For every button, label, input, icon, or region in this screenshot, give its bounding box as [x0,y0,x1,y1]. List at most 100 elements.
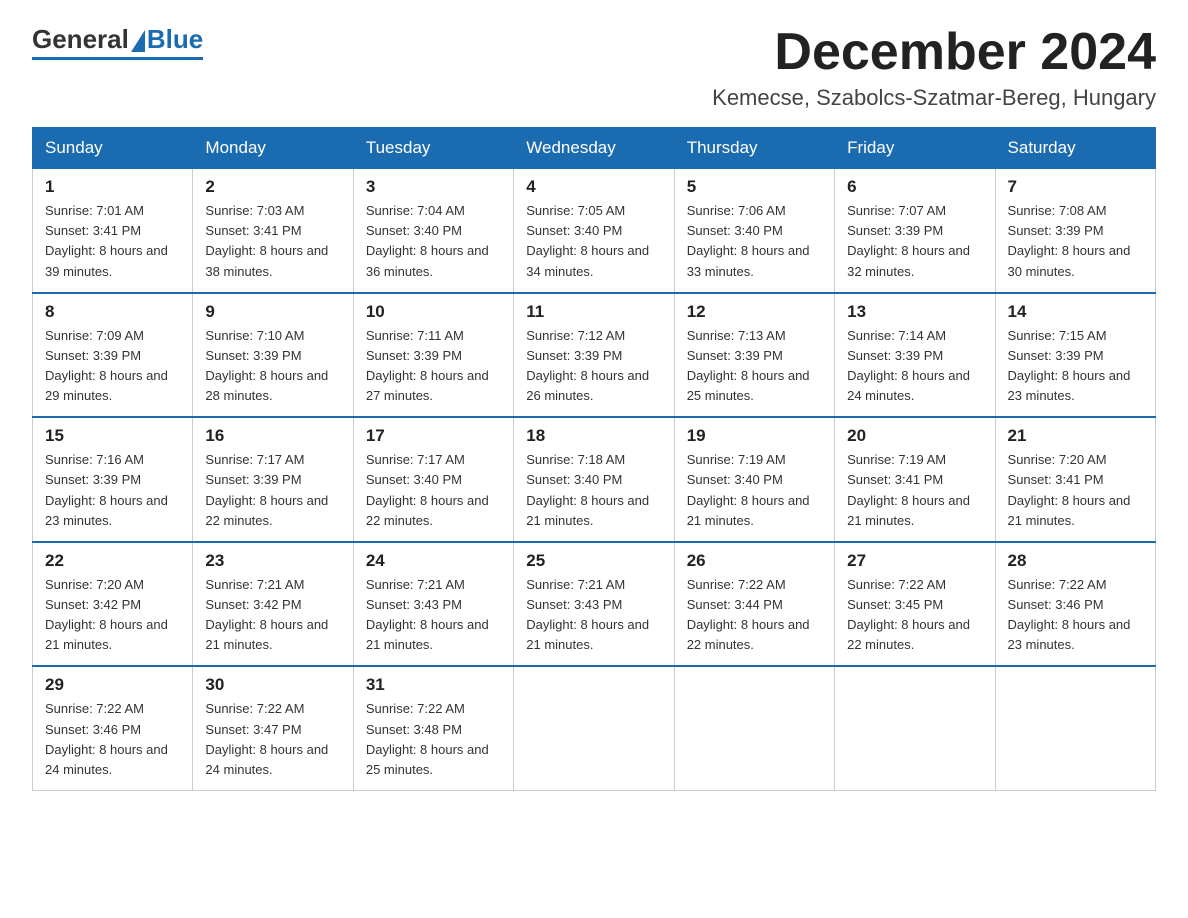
day-number: 2 [205,177,340,197]
day-info: Sunrise: 7:08 AMSunset: 3:39 PMDaylight:… [1008,201,1143,282]
day-number: 18 [526,426,661,446]
day-number: 31 [366,675,501,695]
day-number: 22 [45,551,180,571]
week-row-2: 8 Sunrise: 7:09 AMSunset: 3:39 PMDaylight… [33,293,1156,418]
day-cell: 9Sunrise: 7:10 AMSunset: 3:39 PMDaylight… [193,293,353,418]
day-info: Sunrise: 7:13 AMSunset: 3:39 PMDaylight:… [687,326,822,407]
day-info: Sunrise: 7:19 AMSunset: 3:41 PMDaylight:… [847,450,982,531]
day-cell: 13 Sunrise: 7:14 AMSunset: 3:39 PMDayligh… [835,293,995,418]
week-row-4: 22Sunrise: 7:20 AMSunset: 3:42 PMDayligh… [33,542,1156,667]
day-number: 27 [847,551,982,571]
day-cell: 29 Sunrise: 7:22 AMSunset: 3:46 PMDayligh… [33,666,193,790]
day-cell: 22Sunrise: 7:20 AMSunset: 3:42 PMDayligh… [33,542,193,667]
day-info: Sunrise: 7:19 AMSunset: 3:40 PMDaylight:… [687,450,822,531]
calendar-body: 1 Sunrise: 7:01 AMSunset: 3:41 PMDaylight… [33,169,1156,791]
day-number: 7 [1008,177,1143,197]
day-cell: 11 Sunrise: 7:12 AMSunset: 3:39 PMDayligh… [514,293,674,418]
day-cell: 14Sunrise: 7:15 AMSunset: 3:39 PMDayligh… [995,293,1155,418]
day-cell: 31 Sunrise: 7:22 AMSunset: 3:48 PMDayligh… [353,666,513,790]
day-info: Sunrise: 7:16 AMSunset: 3:39 PMDaylight:… [45,450,180,531]
day-cell [835,666,995,790]
day-cell: 20 Sunrise: 7:19 AMSunset: 3:41 PMDayligh… [835,417,995,542]
day-number: 28 [1008,551,1143,571]
day-cell: 10Sunrise: 7:11 AMSunset: 3:39 PMDayligh… [353,293,513,418]
day-cell: 6 Sunrise: 7:07 AMSunset: 3:39 PMDaylight… [835,169,995,293]
col-header-wednesday: Wednesday [514,128,674,169]
day-number: 6 [847,177,982,197]
day-number: 11 [526,302,661,322]
day-info: Sunrise: 7:20 AMSunset: 3:41 PMDaylight:… [1008,450,1143,531]
day-cell: 19 Sunrise: 7:19 AMSunset: 3:40 PMDayligh… [674,417,834,542]
page-header: General Blue December 2024 Kemecse, Szab… [32,24,1156,111]
day-number: 29 [45,675,180,695]
day-number: 19 [687,426,822,446]
day-info: Sunrise: 7:04 AMSunset: 3:40 PMDaylight:… [366,201,501,282]
day-cell: 16 Sunrise: 7:17 AMSunset: 3:39 PMDayligh… [193,417,353,542]
day-info: Sunrise: 7:14 AMSunset: 3:39 PMDaylight:… [847,326,982,407]
day-number: 26 [687,551,822,571]
day-info: Sunrise: 7:03 AMSunset: 3:41 PMDaylight:… [205,201,340,282]
day-cell: 24 Sunrise: 7:21 AMSunset: 3:43 PMDayligh… [353,542,513,667]
day-info: Sunrise: 7:17 AMSunset: 3:40 PMDaylight:… [366,450,501,531]
title-block: December 2024 Kemecse, Szabolcs-Szatmar-… [712,24,1156,111]
day-cell: 28 Sunrise: 7:22 AMSunset: 3:46 PMDayligh… [995,542,1155,667]
calendar-table: SundayMondayTuesdayWednesdayThursdayFrid… [32,127,1156,791]
col-header-tuesday: Tuesday [353,128,513,169]
day-cell [674,666,834,790]
day-number: 1 [45,177,180,197]
location-subtitle: Kemecse, Szabolcs-Szatmar-Bereg, Hungary [712,85,1156,111]
day-info: Sunrise: 7:06 AMSunset: 3:40 PMDaylight:… [687,201,822,282]
day-info: Sunrise: 7:05 AMSunset: 3:40 PMDaylight:… [526,201,661,282]
day-cell: 3 Sunrise: 7:04 AMSunset: 3:40 PMDaylight… [353,169,513,293]
logo-general-text: General [32,24,129,55]
day-info: Sunrise: 7:21 AMSunset: 3:43 PMDaylight:… [366,575,501,656]
day-number: 9 [205,302,340,322]
month-title: December 2024 [712,24,1156,81]
day-info: Sunrise: 7:22 AMSunset: 3:46 PMDaylight:… [1008,575,1143,656]
day-number: 20 [847,426,982,446]
day-cell: 17 Sunrise: 7:17 AMSunset: 3:40 PMDayligh… [353,417,513,542]
day-info: Sunrise: 7:09 AMSunset: 3:39 PMDaylight:… [45,326,180,407]
week-row-1: 1 Sunrise: 7:01 AMSunset: 3:41 PMDaylight… [33,169,1156,293]
day-cell: 27 Sunrise: 7:22 AMSunset: 3:45 PMDayligh… [835,542,995,667]
day-cell: 2 Sunrise: 7:03 AMSunset: 3:41 PMDaylight… [193,169,353,293]
day-number: 25 [526,551,661,571]
col-header-monday: Monday [193,128,353,169]
day-info: Sunrise: 7:07 AMSunset: 3:39 PMDaylight:… [847,201,982,282]
day-info: Sunrise: 7:22 AMSunset: 3:44 PMDaylight:… [687,575,822,656]
day-number: 5 [687,177,822,197]
day-cell [514,666,674,790]
day-info: Sunrise: 7:01 AMSunset: 3:41 PMDaylight:… [45,201,180,282]
day-info: Sunrise: 7:21 AMSunset: 3:43 PMDaylight:… [526,575,661,656]
day-number: 16 [205,426,340,446]
day-info: Sunrise: 7:17 AMSunset: 3:39 PMDaylight:… [205,450,340,531]
day-cell: 15 Sunrise: 7:16 AMSunset: 3:39 PMDayligh… [33,417,193,542]
day-info: Sunrise: 7:12 AMSunset: 3:39 PMDaylight:… [526,326,661,407]
day-cell: 23Sunrise: 7:21 AMSunset: 3:42 PMDayligh… [193,542,353,667]
day-number: 30 [205,675,340,695]
day-number: 13 [847,302,982,322]
day-cell: 30Sunrise: 7:22 AMSunset: 3:47 PMDayligh… [193,666,353,790]
day-info: Sunrise: 7:22 AMSunset: 3:45 PMDaylight:… [847,575,982,656]
day-number: 4 [526,177,661,197]
day-cell: 18Sunrise: 7:18 AMSunset: 3:40 PMDayligh… [514,417,674,542]
day-number: 17 [366,426,501,446]
day-number: 3 [366,177,501,197]
day-cell: 4 Sunrise: 7:05 AMSunset: 3:40 PMDaylight… [514,169,674,293]
day-number: 24 [366,551,501,571]
day-cell: 12Sunrise: 7:13 AMSunset: 3:39 PMDayligh… [674,293,834,418]
day-cell: 7 Sunrise: 7:08 AMSunset: 3:39 PMDaylight… [995,169,1155,293]
day-number: 8 [45,302,180,322]
day-info: Sunrise: 7:22 AMSunset: 3:46 PMDaylight:… [45,699,180,780]
day-cell: 26 Sunrise: 7:22 AMSunset: 3:44 PMDayligh… [674,542,834,667]
calendar-header-row: SundayMondayTuesdayWednesdayThursdayFrid… [33,128,1156,169]
day-number: 10 [366,302,501,322]
day-number: 21 [1008,426,1143,446]
day-cell: 8 Sunrise: 7:09 AMSunset: 3:39 PMDaylight… [33,293,193,418]
day-cell: 21 Sunrise: 7:20 AMSunset: 3:41 PMDayligh… [995,417,1155,542]
col-header-thursday: Thursday [674,128,834,169]
week-row-5: 29 Sunrise: 7:22 AMSunset: 3:46 PMDayligh… [33,666,1156,790]
day-info: Sunrise: 7:22 AMSunset: 3:48 PMDaylight:… [366,699,501,780]
day-number: 15 [45,426,180,446]
week-row-3: 15 Sunrise: 7:16 AMSunset: 3:39 PMDayligh… [33,417,1156,542]
